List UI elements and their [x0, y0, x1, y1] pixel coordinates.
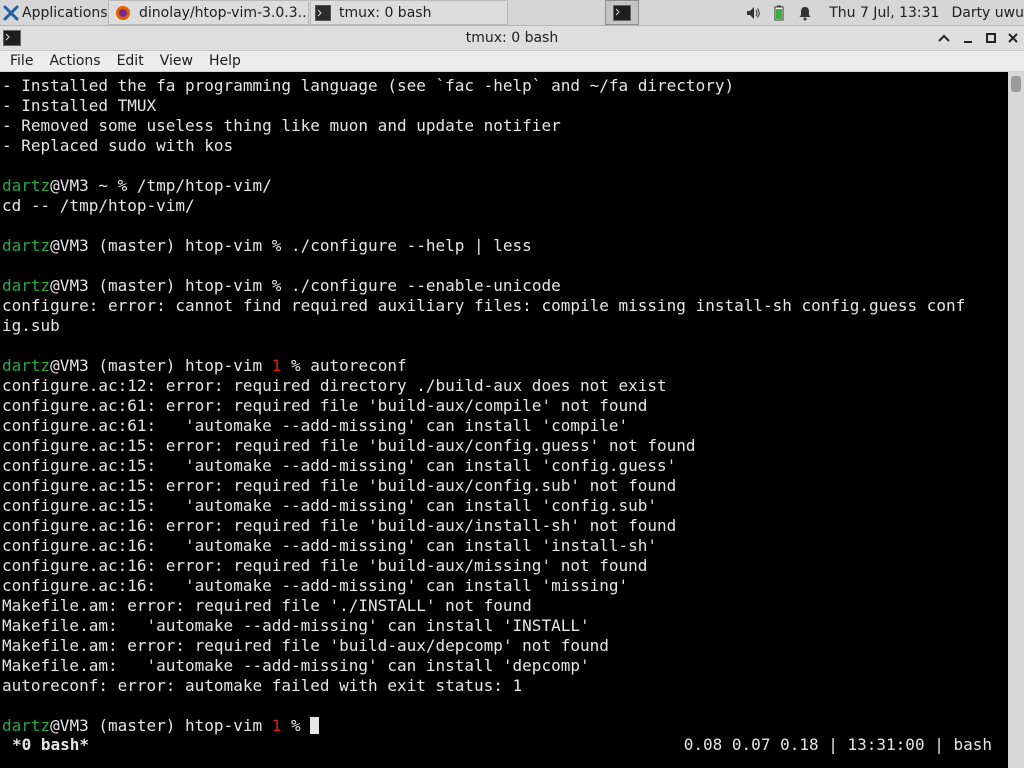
terminal-line: configure.ac:61: error: required file 'b…: [2, 396, 648, 415]
prompt-text: @VM3 ~ % /tmp/htop-vim/: [50, 176, 272, 195]
terminal-line: configure.ac:15: error: required file 'b…: [2, 436, 696, 455]
bell-icon[interactable]: [797, 5, 813, 21]
maximize-window-icon[interactable]: [983, 30, 999, 46]
clock[interactable]: Thu 7 Jul, 13:31: [829, 5, 939, 21]
minimize-window-icon[interactable]: [960, 30, 976, 46]
prompt-user: dartz: [2, 716, 51, 735]
terminal-line: dartz@VM3 ~ % /tmp/htop-vim/: [2, 176, 965, 196]
applications-label: Applications: [22, 4, 108, 21]
terminal-line: configure: error: cannot find required a…: [2, 296, 966, 315]
terminal-line: configure.ac:15: 'automake --add-missing…: [2, 496, 658, 515]
exit-code: 1: [271, 716, 282, 735]
menu-file[interactable]: File: [0, 53, 41, 69]
terminal-icon: [613, 4, 631, 21]
close-window-icon[interactable]: [1005, 30, 1021, 46]
terminal-line: configure.ac:15: 'automake --add-missing…: [2, 456, 677, 475]
terminal-line: configure.ac:12: error: required directo…: [2, 376, 667, 395]
terminal-icon: [315, 4, 331, 21]
terminal-line: configure.ac:16: 'automake --add-missing…: [2, 576, 629, 595]
applications-menu[interactable]: Applications: [0, 0, 108, 25]
system-tray: Thu 7 Jul, 13:31 Darty uwu: [745, 0, 1024, 25]
scrollbar-thumb[interactable]: [1011, 76, 1021, 92]
menu-actions[interactable]: Actions: [41, 53, 108, 69]
prompt-text: @VM3 (master) htop-vim % ./configure --e…: [50, 276, 561, 295]
menu-view[interactable]: View: [152, 53, 201, 69]
prompt-text: @VM3 (master) htop-vim: [50, 716, 272, 735]
prompt-user: dartz: [2, 176, 51, 195]
taskbar-tmux[interactable]: tmux: 0 bash: [310, 0, 508, 25]
terminal-line: configure.ac:15: error: required file 'b…: [2, 476, 677, 495]
terminal-lines: - Installed the fa programming language …: [2, 76, 965, 736]
terminal-output[interactable]: - Installed the fa programming language …: [0, 72, 1008, 768]
terminal-line: - Installed the fa programming language …: [2, 76, 735, 95]
terminal-line: configure.ac:61: 'automake --add-missing…: [2, 416, 629, 435]
terminal-line: Makefile.am: 'automake --add-missing' ca…: [2, 656, 590, 675]
terminal-line: autoreconf: error: automake failed with …: [2, 676, 523, 695]
terminal-line: Makefile.am: error: required file './INS…: [2, 596, 532, 615]
prompt-user: dartz: [2, 236, 51, 255]
volume-icon[interactable]: [745, 5, 761, 21]
terminal-line: cd -- /tmp/htop-vim/: [2, 196, 195, 215]
top-panel: Applications dinolay/htop-vim-3.0.3.... …: [0, 0, 1024, 26]
terminal-line: dartz@VM3 (master) htop-vim 1 % autoreco…: [2, 356, 965, 376]
taskbar-firefox-label: dinolay/htop-vim-3.0.3....: [139, 4, 309, 21]
prompt-user: dartz: [2, 276, 51, 295]
terminal-line: ig.sub: [2, 316, 60, 335]
taskbar-firefox[interactable]: dinolay/htop-vim-3.0.3....: [108, 0, 309, 25]
taskbar-active-terminal[interactable]: [605, 0, 639, 25]
terminal-line: dartz@VM3 (master) htop-vim % ./configur…: [2, 276, 965, 296]
terminal-line: Makefile.am: 'automake --add-missing' ca…: [2, 616, 590, 635]
terminal-line: configure.ac:16: error: required file 'b…: [2, 516, 677, 535]
terminal-line: Makefile.am: error: required file 'build…: [2, 636, 609, 655]
tmux-status-info: 0.08 0.07 0.18 | 13:31:00 | bash: [683, 735, 992, 754]
window-title: tmux: 0 bash: [465, 30, 559, 46]
user-menu[interactable]: Darty uwu: [951, 5, 1024, 21]
menu-edit[interactable]: Edit: [109, 53, 152, 69]
text-cursor: [310, 717, 320, 734]
shade-window-icon[interactable]: [936, 30, 952, 46]
terminal-line: dartz@VM3 (master) htop-vim 1 %: [2, 716, 965, 736]
terminal-line: - Removed some useless thing like muon a…: [2, 116, 561, 135]
prompt-user: dartz: [2, 356, 51, 375]
tmux-status-bar: *0 bash* 0.08 0.07 0.18 | 13:31:00 | bas…: [0, 735, 1008, 755]
menu-bar: File Actions Edit View Help: [0, 51, 1024, 72]
terminal-line: configure.ac:16: 'automake --add-missing…: [2, 536, 658, 555]
prompt-command: % autoreconf: [281, 356, 407, 375]
prompt-command: %: [281, 716, 311, 735]
firefox-icon: [116, 5, 130, 20]
taskbar-tmux-label: tmux: 0 bash: [339, 4, 432, 21]
menu-help[interactable]: Help: [201, 53, 249, 69]
scrollbar[interactable]: [1008, 72, 1024, 768]
xfce-icon: [3, 5, 19, 20]
prompt-text: @VM3 (master) htop-vim: [50, 356, 272, 375]
terminal-line: configure.ac:16: error: required file 'b…: [2, 556, 648, 575]
prompt-text: @VM3 (master) htop-vim % ./configure --h…: [50, 236, 532, 255]
battery-icon[interactable]: [771, 5, 787, 21]
exit-code: 1: [271, 356, 282, 375]
tmux-window-label[interactable]: *0 bash*: [12, 735, 89, 754]
window-titlebar[interactable]: tmux: 0 bash: [0, 26, 1024, 51]
terminal-line: - Installed TMUX: [2, 96, 157, 115]
terminal-line: dartz@VM3 (master) htop-vim % ./configur…: [2, 236, 965, 256]
terminal-line: - Replaced sudo with kos: [2, 136, 234, 155]
